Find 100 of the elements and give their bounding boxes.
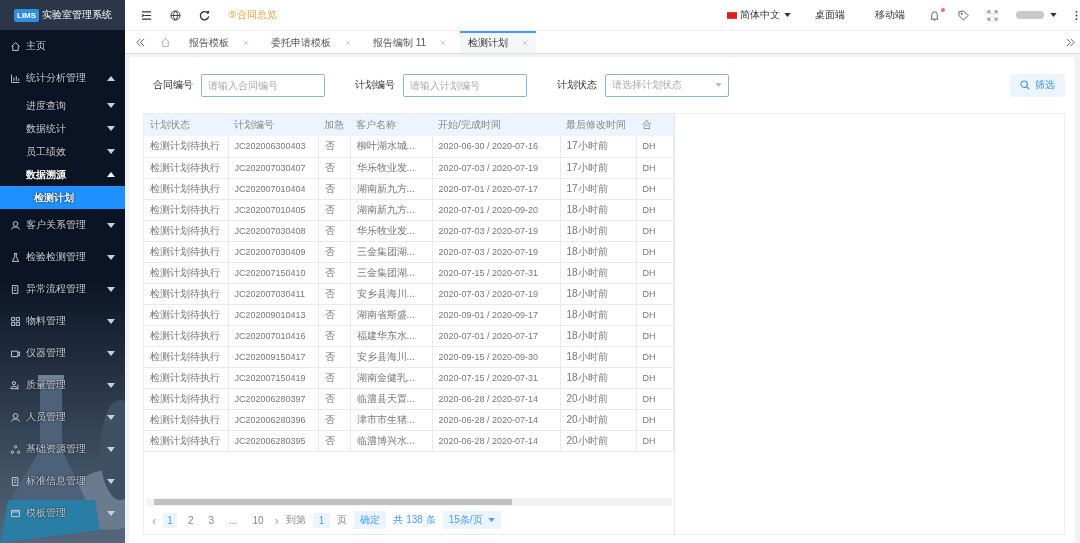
bell-icon[interactable] <box>929 9 940 21</box>
table-cell: 检测计划待执行 <box>144 367 228 388</box>
nodes-icon <box>10 443 21 455</box>
caret-down-icon <box>107 510 115 516</box>
table-cell: 2020-06-30 / 2020-07-16 <box>432 136 560 157</box>
sidebar-item[interactable]: 进度查询 <box>0 94 125 117</box>
sidebar-item[interactable]: 数据溯源 <box>0 163 125 186</box>
caret-down-icon <box>107 350 115 356</box>
input-field[interactable]: 请输入计划编号 <box>403 73 527 97</box>
table-cell: 否 <box>318 199 350 220</box>
sidebar-item[interactable]: 人员管理 <box>0 401 125 433</box>
caret-down-icon <box>107 446 115 452</box>
sidebar-item[interactable]: 物料管理 <box>0 305 125 337</box>
table-cell: DH <box>636 178 674 199</box>
page-number[interactable]: 3 <box>204 512 219 528</box>
tab[interactable]: 委托申请模板 <box>263 31 359 53</box>
horizontal-scrollbar[interactable] <box>146 498 672 506</box>
table-cell: 检测计划待执行 <box>144 157 228 178</box>
input-field[interactable]: 请输入合同编号 <box>201 73 325 97</box>
sidebar-item[interactable]: 员工绩效 <box>0 140 125 163</box>
table-cell: 福建华东水... <box>350 325 432 346</box>
refresh-icon[interactable] <box>199 9 210 21</box>
page-number[interactable]: 2 <box>183 512 198 528</box>
sidebar-item[interactable]: 基础资源管理 <box>0 433 125 465</box>
sidebar-item[interactable]: 客户关系管理 <box>0 209 125 241</box>
sidebar-item[interactable]: 质量管理 <box>0 369 125 401</box>
home-icon[interactable] <box>160 36 171 48</box>
table-cell: 华乐牧业发... <box>350 220 432 241</box>
column-header: 合 <box>636 114 674 136</box>
caret-down-icon <box>107 414 115 420</box>
globe-icon[interactable] <box>170 9 181 21</box>
table-cell: DH <box>636 220 674 241</box>
table-cell: DH <box>636 325 674 346</box>
header-link[interactable]: 移动端 <box>875 8 905 22</box>
fullscreen-icon[interactable] <box>987 9 998 21</box>
table-cell: 否 <box>318 157 350 178</box>
table-cell: 否 <box>318 304 350 325</box>
table-cell: 否 <box>318 136 350 157</box>
table-cell: 18小时前 <box>560 283 636 304</box>
app-title: 实验室管理系统 <box>42 8 113 22</box>
table-cell: 湖南金健乳... <box>350 367 432 388</box>
column-header: 开始/完成时间 <box>432 114 560 136</box>
sidebar-item[interactable]: 主页 <box>0 30 125 62</box>
sidebar-item[interactable]: 统计分析管理 <box>0 62 125 94</box>
more-icon[interactable] <box>1075 9 1078 21</box>
sidebar-item[interactable]: 仪器管理 <box>0 337 125 369</box>
table-cell: 20小时前 <box>560 409 636 430</box>
tag-icon[interactable] <box>958 9 969 21</box>
table-cell: 安乡县海川... <box>350 283 432 304</box>
caret-down-icon <box>1050 13 1057 17</box>
grid-icon <box>10 315 21 327</box>
tab[interactable]: 报告编制 11 <box>365 31 455 53</box>
tab[interactable]: 检测计划 <box>460 31 537 53</box>
table-cell: 20小时前 <box>560 430 636 451</box>
sidebar-item[interactable]: 异常流程管理 <box>0 273 125 305</box>
table-cell: 柳叶湖水城... <box>350 136 432 157</box>
column-header: 最后修改时间 <box>560 114 636 136</box>
user-icon <box>10 411 21 423</box>
sidebar-item[interactable]: 数据统计 <box>0 117 125 140</box>
table-cell: 临澧县天置... <box>350 388 432 409</box>
table-cell: JC202007030408 <box>228 220 318 241</box>
sidebar-item[interactable]: 标准信息管理 <box>0 465 125 497</box>
chart-icon <box>10 72 21 84</box>
logo-badge: LIMS <box>14 8 40 22</box>
tab[interactable]: 报告模板 <box>181 31 257 53</box>
table-cell: 检测计划待执行 <box>144 409 228 430</box>
search-icon <box>1020 80 1030 90</box>
table-cell: 三金集团湖... <box>350 262 432 283</box>
table-cell: DH <box>636 430 674 451</box>
table-cell: 2020-09-01 / 2020-09-17 <box>432 304 560 325</box>
table-cell: 检测计划待执行 <box>144 199 228 220</box>
table-cell: 检测计划待执行 <box>144 136 228 157</box>
flag-icon <box>727 11 737 19</box>
menu-icon[interactable] <box>141 9 152 21</box>
table-cell: 津市市生猪... <box>350 409 432 430</box>
sidebar-item[interactable]: 检验检测管理 <box>0 241 125 273</box>
table-cell: JC202007030407 <box>228 157 318 178</box>
scroll-left-icon[interactable] <box>135 36 146 48</box>
page-number[interactable]: ... <box>225 512 242 528</box>
caret-down-icon <box>107 286 115 292</box>
language-dropdown[interactable]: 简体中文 <box>740 8 780 22</box>
table-cell: 18小时前 <box>560 304 636 325</box>
table-cell: 检测计划待执行 <box>144 325 228 346</box>
caret-down-icon <box>107 222 115 228</box>
table-cell: 湖南新九方... <box>350 178 432 199</box>
table-cell: 2020-07-03 / 2020-07-19 <box>432 241 560 262</box>
caret-down-icon <box>784 13 791 17</box>
table-cell: DH <box>636 136 674 157</box>
scroll-right-icon[interactable] <box>1065 36 1076 48</box>
page-number[interactable]: 10 <box>248 512 268 528</box>
table-cell: JC202007010405 <box>228 199 318 220</box>
caret-down-icon <box>107 318 115 324</box>
table-cell: 2020-07-01 / 2020-07-17 <box>432 325 560 346</box>
goto-label: 到第 <box>285 513 306 527</box>
table-cell: 2020-09-15 / 2020-09-30 <box>432 346 560 367</box>
table-cell: 否 <box>318 430 350 451</box>
table-cell: 检测计划待执行 <box>144 283 228 304</box>
header-link[interactable]: 桌面端 <box>815 8 845 22</box>
table-cell: JC202006300403 <box>228 136 318 157</box>
table-cell: 否 <box>318 283 350 304</box>
